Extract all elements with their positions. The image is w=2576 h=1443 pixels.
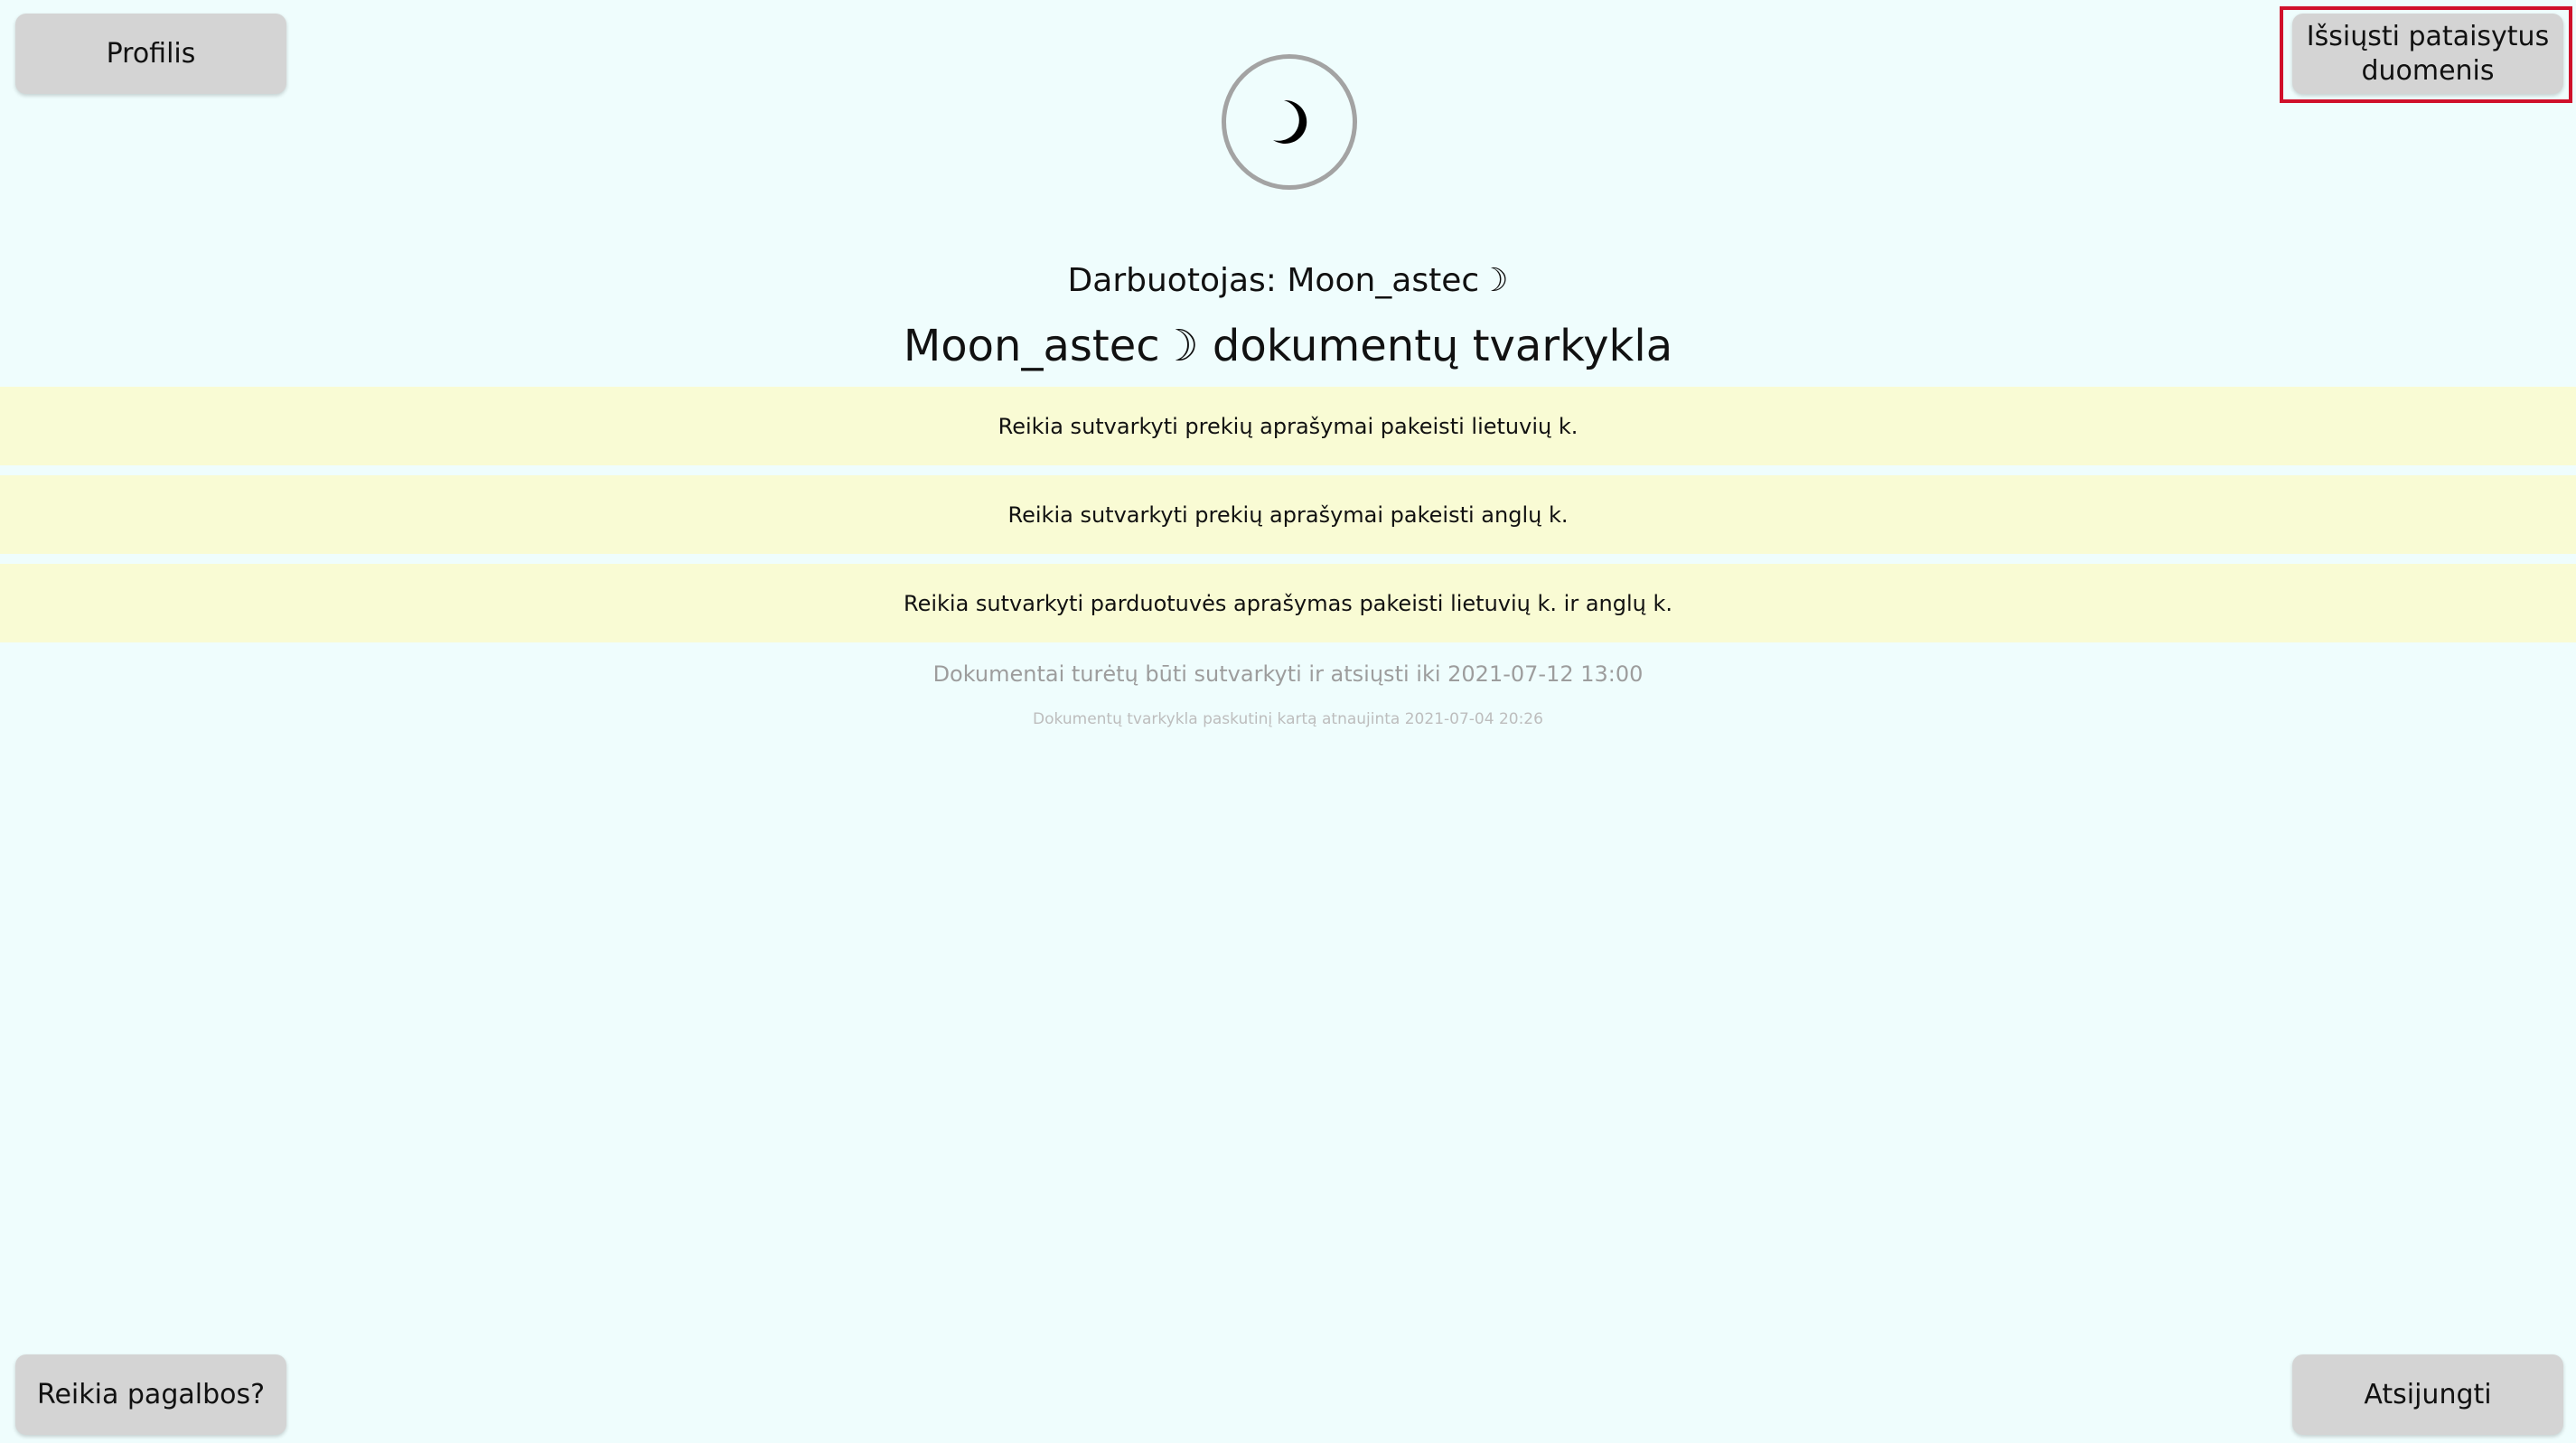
help-button[interactable]: Reikia pagalbos? [15,1354,286,1435]
worker-name: Darbuotojas: Moon_astec☽ [1067,262,1509,299]
page-title: Moon_astec☽ dokumentų tvarkykla [903,321,1673,371]
moon-icon [1273,99,1307,144]
task-item: Reikia sutvarkyti prekių aprašymai pakei… [0,387,2576,465]
task-item: Reikia sutvarkyti parduotuvės aprašymas … [0,564,2576,642]
last-updated-note: Dokumentų tvarkykla paskutinį kartą atna… [1033,710,1543,728]
deadline-note: Dokumentai turėtų būti sutvarkyti ir ats… [932,661,1644,687]
task-item: Reikia sutvarkyti prekių aprašymai pakei… [0,475,2576,554]
profile-button[interactable]: Profilis [15,14,286,94]
task-list: Reikia sutvarkyti prekių aprašymai pakei… [0,387,2576,652]
logout-button[interactable]: Atsijungti [2292,1354,2563,1435]
send-fixed-data-button[interactable]: Išsiųsti pataisytus duomenis [2292,14,2563,94]
avatar [1222,54,1357,190]
